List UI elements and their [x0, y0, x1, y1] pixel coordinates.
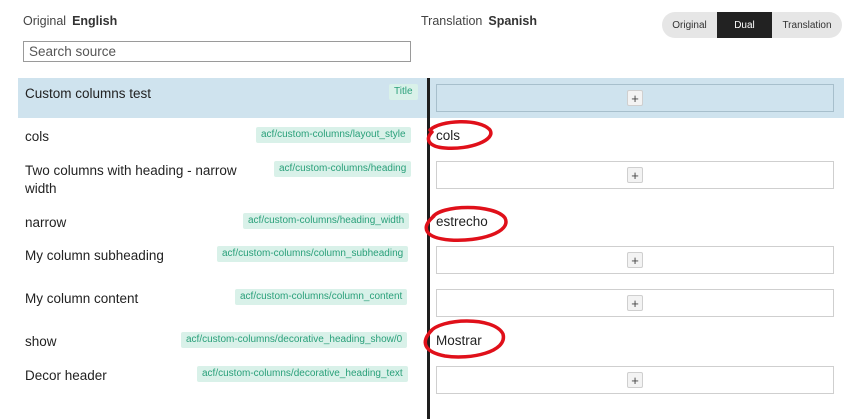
field-tag: acf/custom-columns/decorative_heading_te… — [197, 366, 408, 382]
field-tag: Title — [389, 84, 418, 100]
field-tag: acf/custom-columns/heading — [274, 161, 412, 177]
source-text: Two columns with heading - narrow width — [25, 163, 237, 196]
original-label: Original — [23, 14, 67, 28]
field-tag: acf/custom-columns/layout_style — [256, 127, 411, 143]
column-divider — [427, 78, 430, 419]
translation-label: Translation — [421, 14, 483, 28]
translation-field[interactable]: + — [436, 289, 834, 317]
view-mode-toggle: Original Dual Translation — [662, 12, 842, 38]
source-text: My column content — [25, 291, 139, 306]
field-tag: acf/custom-columns/heading_width — [243, 213, 410, 229]
add-translation-button[interactable]: + — [627, 90, 643, 106]
add-translation-button[interactable]: + — [627, 167, 643, 183]
mode-translation-button[interactable]: Translation — [772, 12, 842, 38]
translation-text[interactable]: cols — [436, 128, 460, 143]
original-language-header: Original English — [23, 14, 117, 28]
source-text: show — [25, 334, 57, 349]
source-text: cols — [25, 129, 50, 144]
field-tag: acf/custom-columns/decorative_heading_sh… — [181, 332, 408, 348]
translation-field[interactable]: + — [436, 366, 834, 394]
add-translation-button[interactable]: + — [627, 252, 643, 268]
add-translation-button[interactable]: + — [627, 372, 643, 388]
translation-text[interactable]: estrecho — [436, 214, 488, 229]
translation-field[interactable]: + — [436, 246, 834, 274]
source-text: Custom columns test — [25, 86, 152, 101]
translation-text[interactable]: Mostrar — [436, 333, 482, 348]
mode-dual-button[interactable]: Dual — [717, 12, 772, 38]
field-tag: acf/custom-columns/column_subheading — [217, 246, 409, 262]
field-tag: acf/custom-columns/column_content — [235, 289, 408, 305]
translation-field[interactable]: + — [436, 161, 834, 189]
source-text: Decor header — [25, 368, 107, 383]
source-text: narrow — [25, 215, 67, 230]
add-translation-button[interactable]: + — [627, 295, 643, 311]
original-language: English — [72, 14, 118, 28]
source-text: My column subheading — [25, 248, 164, 263]
translation-field[interactable]: + — [436, 84, 834, 112]
search-input[interactable] — [23, 41, 411, 62]
translation-language-header: Translation Spanish — [421, 14, 537, 28]
mode-original-button[interactable]: Original — [662, 12, 717, 38]
translation-language: Spanish — [488, 14, 537, 28]
